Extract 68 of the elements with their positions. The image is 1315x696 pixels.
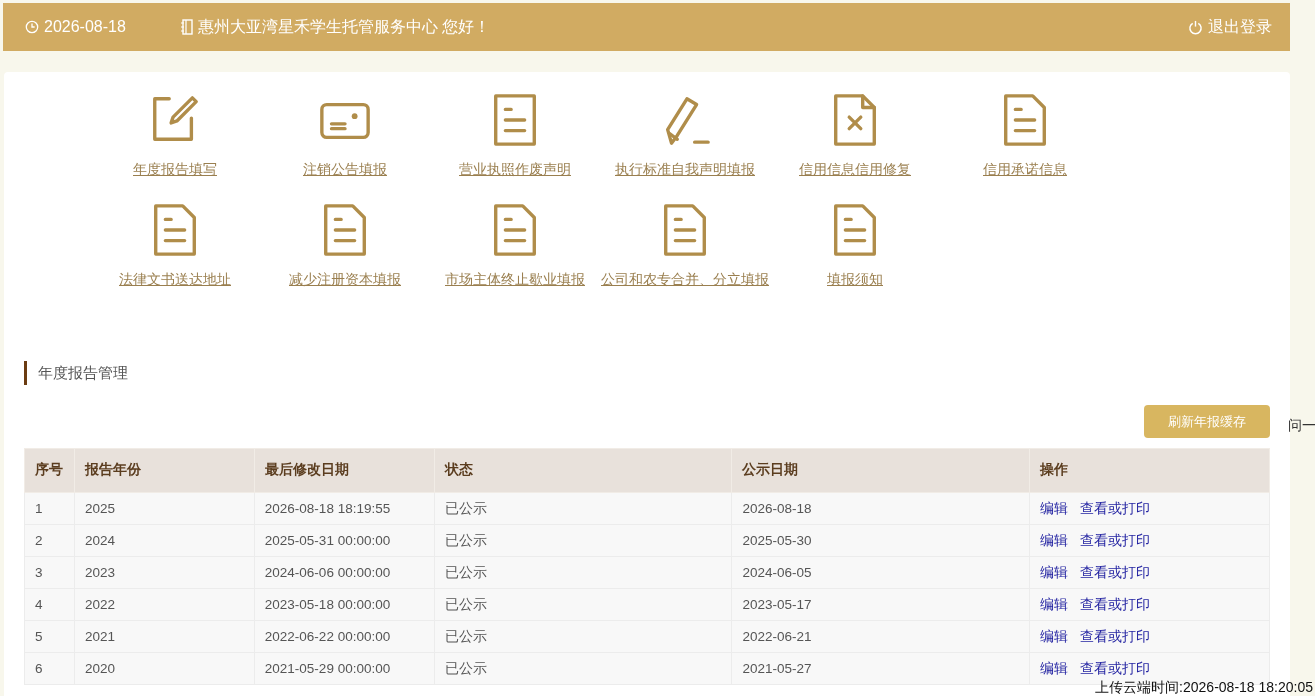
table-cell: 2024 bbox=[74, 524, 255, 557]
table-cell: 2026-08-18 18:19:55 bbox=[254, 492, 435, 525]
upload-time: 上传云端时间:2026-08-18 18:20:05 bbox=[1095, 679, 1313, 695]
table-cell: 2021-05-29 00:00:00 bbox=[254, 652, 435, 685]
table-cell: 2020 bbox=[74, 652, 255, 685]
shortcut-link[interactable]: 信用承诺信息 bbox=[983, 160, 1067, 181]
table-cell: 2024-06-05 bbox=[731, 556, 1030, 589]
view-print-link[interactable]: 查看或打印 bbox=[1080, 660, 1151, 676]
column-header: 操作 bbox=[1029, 448, 1270, 493]
table-cell: 2021-05-27 bbox=[731, 652, 1030, 685]
view-print-link[interactable]: 查看或打印 bbox=[1080, 500, 1151, 516]
table-cell: 4 bbox=[24, 588, 75, 621]
clock-icon bbox=[25, 20, 39, 34]
table-cell: 5 bbox=[24, 620, 75, 653]
table-cell: 2024-06-06 00:00:00 bbox=[254, 556, 435, 589]
table-cell: 2026-08-18 bbox=[731, 492, 1030, 525]
view-print-link[interactable]: 查看或打印 bbox=[1080, 532, 1151, 548]
shortcut-link[interactable]: 执行标准自我声明填报 bbox=[615, 160, 755, 181]
table-cell: 已公示 bbox=[434, 556, 732, 589]
table-cell: 2022-06-22 00:00:00 bbox=[254, 620, 435, 653]
view-print-link[interactable]: 查看或打印 bbox=[1080, 628, 1151, 644]
column-header: 最后修改日期 bbox=[254, 448, 435, 493]
table-cell: 2 bbox=[24, 524, 75, 557]
edit-link[interactable]: 编辑 bbox=[1040, 564, 1069, 580]
table-cell: 已公示 bbox=[434, 588, 732, 621]
edit-link[interactable]: 编辑 bbox=[1040, 628, 1069, 644]
table-cell: 1 bbox=[24, 492, 75, 525]
section-title: 年度报告管理 bbox=[24, 360, 1270, 385]
column-header: 序号 bbox=[24, 448, 75, 493]
table-cell: 已公示 bbox=[434, 652, 732, 685]
column-header: 状态 bbox=[434, 448, 732, 493]
table-cell: 2021 bbox=[74, 620, 255, 653]
table-cell: 3 bbox=[24, 556, 75, 589]
view-print-link[interactable]: 查看或打印 bbox=[1080, 596, 1151, 612]
header-date: 2026-08-18 bbox=[44, 17, 126, 37]
column-header: 公示日期 bbox=[731, 448, 1030, 493]
table-cell: 2022 bbox=[74, 588, 255, 621]
table-cell: 2025 bbox=[74, 492, 255, 525]
shortcut-link[interactable]: 公司和农专合并、分立填报 bbox=[601, 270, 769, 291]
table-cell: 6 bbox=[24, 652, 75, 685]
edit-link[interactable]: 编辑 bbox=[1040, 500, 1069, 516]
shortcut-link[interactable]: 年度报告填写 bbox=[133, 160, 217, 181]
edit-link[interactable]: 编辑 bbox=[1040, 660, 1069, 676]
table-cell: 2023-05-17 bbox=[731, 588, 1030, 621]
shortcut-link[interactable]: 营业执照作废声明 bbox=[459, 160, 571, 181]
side-text: 问一 bbox=[1288, 416, 1315, 435]
table-cell: 已公示 bbox=[434, 620, 732, 653]
shortcut-link[interactable]: 信用信息信用修复 bbox=[799, 160, 911, 181]
table-cell: 2023 bbox=[74, 556, 255, 589]
table-cell: 2022-06-21 bbox=[731, 620, 1030, 653]
shortcut-link[interactable]: 减少注册资本填报 bbox=[289, 270, 401, 291]
column-header: 报告年份 bbox=[74, 448, 255, 493]
table-cell: 2025-05-30 bbox=[731, 524, 1030, 557]
table-cell: 2023-05-18 00:00:00 bbox=[254, 588, 435, 621]
greeting-text: 惠州大亚湾星禾学生托管服务中心 您好！ bbox=[198, 17, 491, 37]
edit-link[interactable]: 编辑 bbox=[1040, 596, 1069, 612]
notebook-icon bbox=[181, 19, 193, 35]
shortcut-link[interactable]: 市场主体终止歇业填报 bbox=[445, 270, 585, 291]
shortcut-link[interactable]: 注销公告填报 bbox=[303, 160, 387, 181]
shortcut-link[interactable]: 填报须知 bbox=[827, 270, 883, 291]
edit-link[interactable]: 编辑 bbox=[1040, 532, 1069, 548]
power-icon bbox=[1188, 19, 1203, 35]
table-cell: 已公示 bbox=[434, 524, 732, 557]
table-cell: 2025-05-31 00:00:00 bbox=[254, 524, 435, 557]
shortcut-link[interactable]: 法律文书送达地址 bbox=[119, 270, 231, 291]
table-cell: 已公示 bbox=[434, 492, 732, 525]
logout-link[interactable]: 退出登录 bbox=[1188, 15, 1272, 39]
view-print-link[interactable]: 查看或打印 bbox=[1080, 564, 1151, 580]
